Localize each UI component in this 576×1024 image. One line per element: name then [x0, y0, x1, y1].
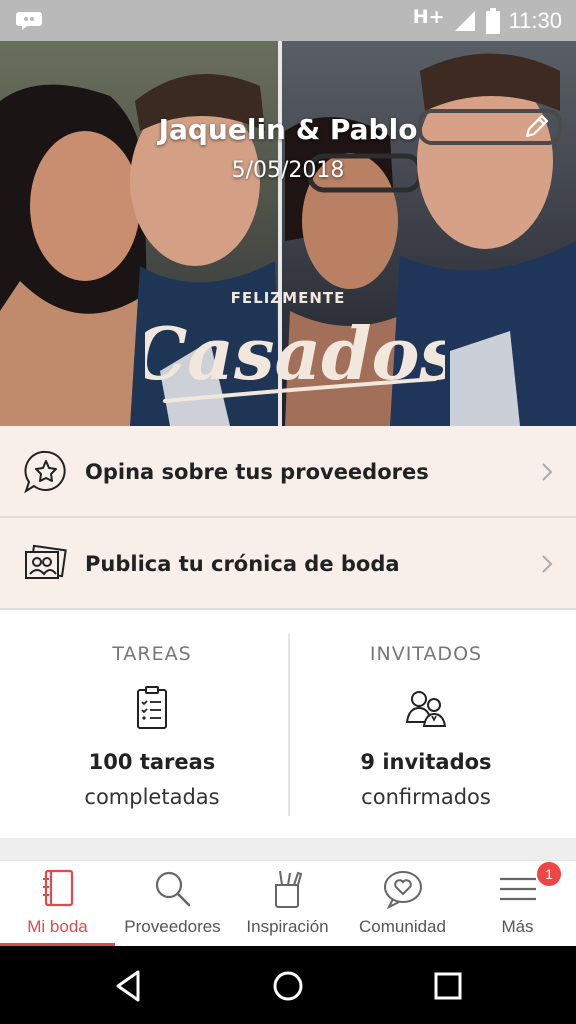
heart-bubble-icon — [383, 871, 422, 910]
nav-label: Proveedores — [124, 917, 221, 936]
guests-value: 9 invitados — [360, 750, 492, 774]
casados-stamp: Casados — [145, 311, 445, 403]
publish-chronicle-label: Publica tu crónica de boda — [85, 552, 400, 576]
status-bar: H+ 11:30 — [0, 0, 576, 41]
hero-photo[interactable]: Jaquelin & Pablo 5/05/2018 FELIZMENTE Ca… — [0, 41, 576, 426]
recents-icon[interactable] — [428, 966, 468, 1006]
star-speech-bubble-icon — [24, 450, 66, 494]
stats-panel: TAREAS 100 tareas completadas INVITADOS … — [0, 610, 576, 838]
notification-badge: 1 — [537, 862, 561, 886]
nav-proveedores[interactable]: Proveedores — [115, 861, 230, 947]
tasks-caption: completadas — [84, 785, 220, 809]
tasks-heading: TAREAS — [112, 643, 192, 665]
nav-label: Mi boda — [27, 917, 88, 936]
guests-heading: INVITADOS — [369, 643, 483, 665]
chevron-right-icon — [542, 555, 553, 573]
publish-chronicle-row[interactable]: Publica tu crónica de boda — [0, 518, 576, 610]
chat-bubble-icon — [16, 12, 42, 30]
notebook-icon — [42, 869, 73, 907]
back-icon[interactable] — [108, 966, 148, 1006]
bottom-nav: Mi boda Proveedores Inspiración Comunida… — [0, 860, 576, 947]
guests-icon — [405, 691, 447, 727]
nav-label: Más — [501, 917, 534, 936]
tasks-card[interactable]: TAREAS 100 tareas completadas — [8, 610, 296, 838]
couple-names: Jaquelin & Pablo — [158, 113, 418, 146]
clock: 11:30 — [508, 8, 562, 33]
pencil-cup-icon — [274, 870, 302, 908]
battery-icon — [485, 8, 500, 34]
nav-label: Comunidad — [359, 917, 446, 936]
tasks-value: 100 tareas — [88, 750, 216, 774]
chevron-right-icon — [542, 463, 553, 481]
stamp-small-text: FELIZMENTE — [230, 289, 346, 307]
search-icon — [155, 871, 190, 907]
nav-inspiracion[interactable]: Inspiración — [230, 861, 345, 947]
section-gap — [0, 838, 576, 860]
menu-icon — [499, 877, 536, 901]
nav-comunidad[interactable]: Comunidad — [345, 861, 460, 947]
photos-icon — [25, 544, 67, 579]
clipboard-checklist-icon — [137, 686, 167, 729]
guests-card[interactable]: INVITADOS 9 invitados confirmados — [282, 610, 570, 838]
home-icon[interactable] — [268, 966, 308, 1006]
review-vendors-row[interactable]: Opina sobre tus proveedores — [0, 426, 576, 518]
guests-caption: confirmados — [361, 785, 491, 809]
signal-icon — [454, 11, 475, 31]
pencil-icon[interactable] — [522, 111, 552, 141]
nav-label: Inspiración — [246, 917, 329, 936]
system-nav-bar — [0, 946, 576, 1024]
network-type: H+ — [412, 6, 445, 28]
wedding-date: 5/05/2018 — [231, 158, 345, 183]
review-vendors-label: Opina sobre tus proveedores — [85, 460, 429, 484]
nav-mi-boda[interactable]: Mi boda — [0, 861, 115, 947]
